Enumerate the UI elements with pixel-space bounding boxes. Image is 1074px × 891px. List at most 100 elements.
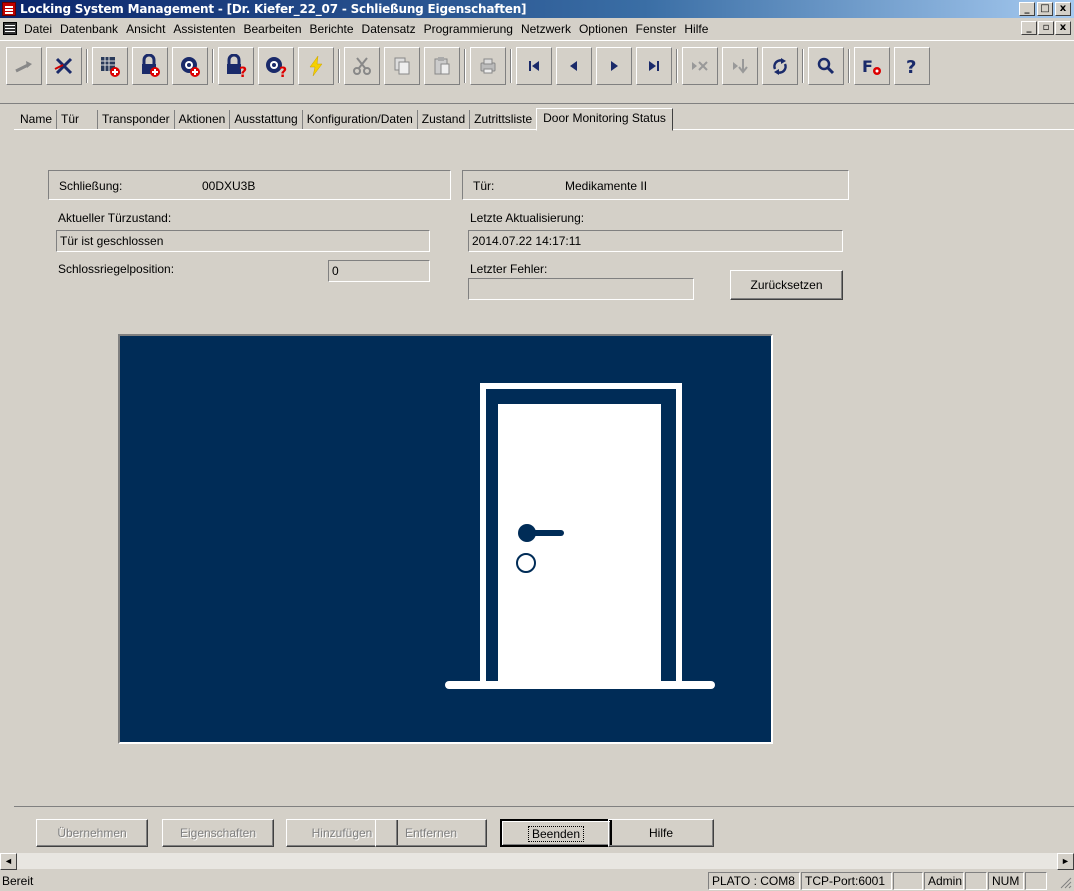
fehler-field xyxy=(468,278,694,300)
resize-grip-icon[interactable] xyxy=(1058,875,1072,889)
aktualisierung-field: 2014.07.22 14:17:11 xyxy=(468,230,843,252)
status-bar: Bereit PLATO : COM8 TCP-Port:6001 Admin … xyxy=(0,870,1074,891)
fehler-label: Letzter Fehler: xyxy=(470,262,548,276)
door-handle-lever xyxy=(527,530,564,536)
tuer-box: Tür: Medikamente II xyxy=(462,170,849,200)
bottom-button-bar: Übernehmen Eigenschaften Hinzufügen Entf… xyxy=(14,806,1074,852)
status-empty-2 xyxy=(965,872,987,890)
status-empty-1 xyxy=(893,872,923,890)
mdi-close-button[interactable]: x xyxy=(1055,21,1071,35)
tuerzustand-field: Tür ist geschlossen xyxy=(56,230,430,252)
tab-ausstattung[interactable]: Ausstattung xyxy=(230,110,303,130)
mdi-restore-button[interactable]: ▫ xyxy=(1038,21,1054,35)
print-icon[interactable] xyxy=(470,47,506,85)
insert-record-icon[interactable] xyxy=(722,47,758,85)
door-floor-line xyxy=(445,681,715,689)
status-tcp-port: TCP-Port:6001 xyxy=(801,872,892,890)
scroll-right-arrow-icon[interactable]: ► xyxy=(1057,853,1074,870)
uebernehmen-button[interactable]: Übernehmen xyxy=(36,819,148,847)
door-status-panel xyxy=(118,334,773,744)
tab-zutrittsliste[interactable]: Zutrittsliste xyxy=(470,110,536,130)
tuerzustand-label: Aktueller Türzustand: xyxy=(58,211,172,225)
tab-zustand[interactable]: Zustand xyxy=(418,110,471,130)
transponder-query-icon[interactable]: ? xyxy=(258,47,294,85)
menu-fenster[interactable]: Fenster xyxy=(632,22,681,36)
svg-text:?: ? xyxy=(906,57,916,77)
tab-strip: Name Tür Transponder Aktionen Ausstattun… xyxy=(16,108,673,131)
door-closed-illustration xyxy=(445,383,715,689)
maximize-button[interactable]: □ xyxy=(1037,2,1053,16)
schliessung-value: 00DXU3B xyxy=(202,179,256,193)
menu-datei[interactable]: Datei xyxy=(20,22,56,36)
tab-name[interactable]: Name xyxy=(16,110,58,130)
menu-bar: Datei Datenbank Ansicht Assistenten Bear… xyxy=(0,19,1074,39)
last-record-icon[interactable] xyxy=(636,47,672,85)
paste-icon[interactable] xyxy=(424,47,460,85)
lock-query-icon[interactable]: ? xyxy=(218,47,254,85)
menu-netzwerk[interactable]: Netzwerk xyxy=(517,22,575,36)
new-transponder-icon[interactable] xyxy=(172,47,208,85)
tuer-label: Tür: xyxy=(473,179,495,193)
app-icon xyxy=(2,2,16,16)
search-icon[interactable] xyxy=(808,47,844,85)
mdi-minimize-button[interactable]: _ xyxy=(1021,21,1037,35)
menu-datensatz[interactable]: Datensatz xyxy=(358,22,420,36)
tuer-value: Medikamente II xyxy=(565,179,648,193)
status-port: PLATO : COM8 xyxy=(708,872,800,890)
window-title: Locking System Management - [Dr. Kiefer_… xyxy=(20,2,527,16)
toolbar: ? ? F ? xyxy=(0,40,1074,104)
help-icon[interactable]: ? xyxy=(894,47,930,85)
status-empty-3 xyxy=(1025,872,1047,890)
schliessung-label: Schließung: xyxy=(59,179,123,193)
menu-ansicht[interactable]: Ansicht xyxy=(122,22,169,36)
riegel-label: Schlossriegelposition: xyxy=(58,262,175,276)
copy-icon[interactable] xyxy=(384,47,420,85)
minimize-button[interactable]: _ xyxy=(1019,2,1035,16)
tab-aktionen[interactable]: Aktionen xyxy=(175,110,231,130)
close-button[interactable]: x xyxy=(1055,2,1071,16)
logout-icon[interactable] xyxy=(46,47,82,85)
menu-programmierung[interactable]: Programmierung xyxy=(420,22,517,36)
new-lock-icon[interactable] xyxy=(132,47,168,85)
menu-optionen[interactable]: Optionen xyxy=(575,22,632,36)
entfernen-button[interactable]: Entfernen xyxy=(375,819,487,847)
function-settings-icon[interactable]: F xyxy=(854,47,890,85)
riegel-field: 0 xyxy=(328,260,430,282)
schliessung-box: Schließung: 00DXU3B xyxy=(48,170,451,200)
tab-tuer[interactable]: Tür xyxy=(57,110,99,130)
refresh-icon[interactable] xyxy=(762,47,798,85)
login-icon[interactable] xyxy=(6,47,42,85)
menu-berichte[interactable]: Berichte xyxy=(306,22,358,36)
door-leaf xyxy=(498,404,661,684)
title-bar: Locking System Management - [Dr. Kiefer_… xyxy=(0,0,1074,18)
svg-text:F: F xyxy=(862,57,873,76)
eigenschaften-button[interactable]: Eigenschaften xyxy=(162,819,274,847)
reset-button[interactable]: Zurücksetzen xyxy=(730,270,843,300)
beenden-button[interactable]: Beenden xyxy=(500,819,612,847)
menu-hilfe[interactable]: Hilfe xyxy=(680,22,712,36)
status-user: Admin xyxy=(924,872,964,890)
delete-record-icon[interactable] xyxy=(682,47,718,85)
new-system-icon[interactable] xyxy=(92,47,128,85)
status-num: NUM xyxy=(988,872,1024,890)
tab-door-monitoring-status[interactable]: Door Monitoring Status xyxy=(536,108,673,131)
menu-assistenten[interactable]: Assistenten xyxy=(169,22,239,36)
scroll-left-arrow-icon[interactable]: ◄ xyxy=(0,853,17,870)
tab-transponder[interactable]: Transponder xyxy=(98,110,175,130)
cut-icon[interactable] xyxy=(344,47,380,85)
next-record-icon[interactable] xyxy=(596,47,632,85)
aktualisierung-label: Letzte Aktualisierung: xyxy=(470,211,585,225)
tab-konfiguration[interactable]: Konfiguration/Daten xyxy=(303,110,418,130)
hilfe-button[interactable]: Hilfe xyxy=(608,819,714,847)
first-record-icon[interactable] xyxy=(516,47,552,85)
beenden-label: Beenden xyxy=(527,826,585,842)
svg-text:?: ? xyxy=(279,65,287,78)
menu-datenbank[interactable]: Datenbank xyxy=(56,22,122,36)
document-icon[interactable] xyxy=(3,22,17,35)
horizontal-scrollbar[interactable]: ◄ ► xyxy=(0,852,1074,870)
program-icon[interactable] xyxy=(298,47,334,85)
menu-bearbeiten[interactable]: Bearbeiten xyxy=(239,22,305,36)
previous-record-icon[interactable] xyxy=(556,47,592,85)
status-text: Bereit xyxy=(2,874,34,888)
svg-text:?: ? xyxy=(239,65,247,78)
